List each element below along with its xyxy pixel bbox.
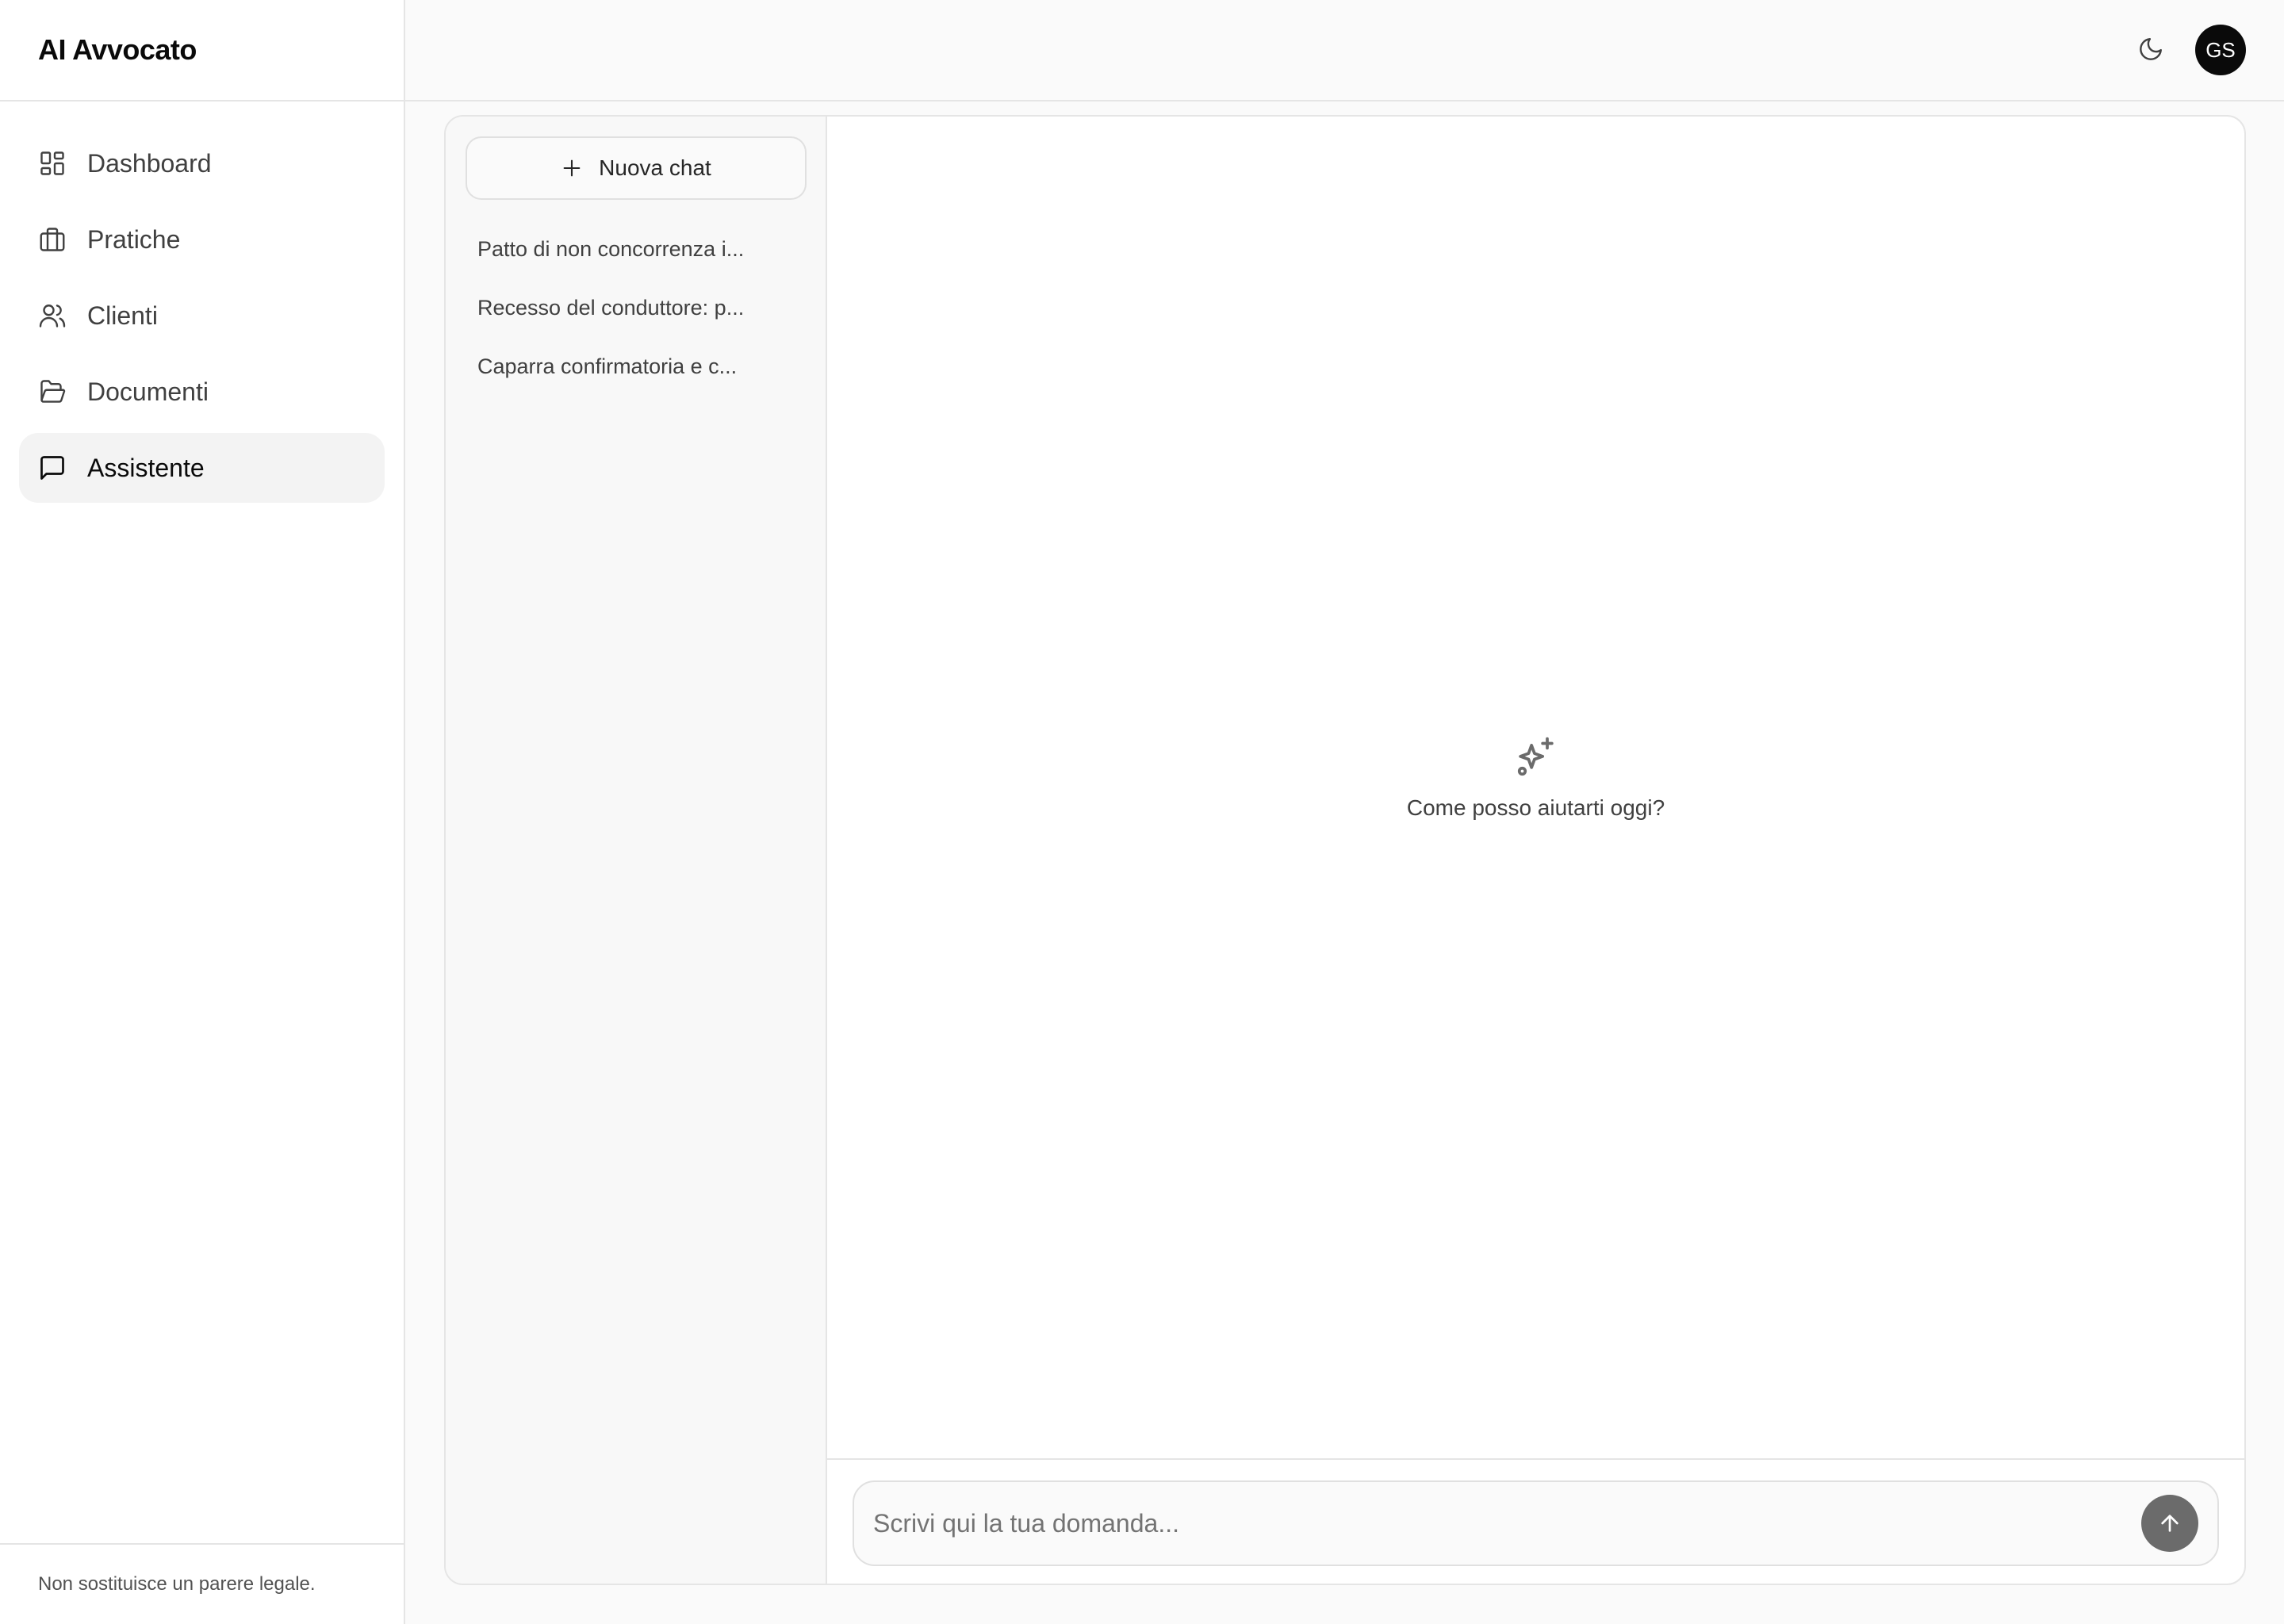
arrow-up-icon (2157, 1511, 2182, 1536)
users-icon (38, 301, 67, 330)
chat-history-item[interactable]: Caparra confirmatoria e c... (466, 337, 807, 396)
sidebar-item-label: Assistente (87, 453, 205, 482)
sidebar-item-label: Documenti (87, 377, 209, 406)
chat-panel: Nuova chat Patto di non concorrenza i...… (444, 115, 2246, 1585)
top-bar (405, 0, 2284, 102)
chat-main-area: Come posso aiutarti oggi? (827, 117, 2244, 1584)
sidebar-item-assistente[interactable]: Assistente (19, 433, 385, 503)
sidebar-item-label: Clienti (87, 301, 158, 330)
sidebar-item-label: Pratiche (87, 224, 181, 254)
chat-history-item[interactable]: Patto di non concorrenza i... (466, 220, 807, 278)
theme-toggle-button[interactable] (2133, 32, 2168, 67)
sidebar: AI Avvocato Dashboard Pratiche Clienti D… (0, 0, 405, 1624)
sidebar-item-clienti[interactable]: Clienti (19, 281, 385, 350)
new-chat-label: Nuova chat (599, 155, 711, 180)
chat-history-sidebar: Nuova chat Patto di non concorrenza i...… (446, 117, 827, 1584)
sidebar-item-dashboard[interactable]: Dashboard (19, 128, 385, 198)
sidebar-item-label: Dashboard (87, 148, 212, 178)
chat-history-list: Patto di non concorrenza i... Recesso de… (466, 220, 807, 396)
sidebar-item-documenti[interactable]: Documenti (19, 357, 385, 427)
app-title[interactable]: AI Avvocato (0, 0, 404, 102)
message-input[interactable] (873, 1482, 2142, 1565)
dashboard-icon (38, 149, 67, 178)
avatar[interactable]: GS (2195, 25, 2246, 75)
moon-icon (2137, 36, 2164, 63)
new-chat-button[interactable]: Nuova chat (466, 136, 807, 200)
chat-history-item[interactable]: Recesso del conduttore: p... (466, 278, 807, 337)
sidebar-nav: Dashboard Pratiche Clienti Documenti Ass… (0, 102, 404, 503)
empty-state: Come posso aiutarti oggi? (827, 735, 2244, 821)
send-button[interactable] (2141, 1495, 2198, 1552)
message-composer (853, 1480, 2219, 1566)
sparkles-icon (1514, 735, 1558, 779)
folder-open-icon (38, 377, 67, 406)
composer-area (827, 1458, 2244, 1584)
message-square-icon (38, 454, 67, 482)
plus-icon (561, 157, 583, 179)
disclaimer-text: Non sostituisce un parere legale. (0, 1543, 404, 1624)
briefcase-icon (38, 225, 67, 254)
empty-state-prompt: Come posso aiutarti oggi? (1406, 795, 1665, 820)
sidebar-item-pratiche[interactable]: Pratiche (19, 205, 385, 274)
